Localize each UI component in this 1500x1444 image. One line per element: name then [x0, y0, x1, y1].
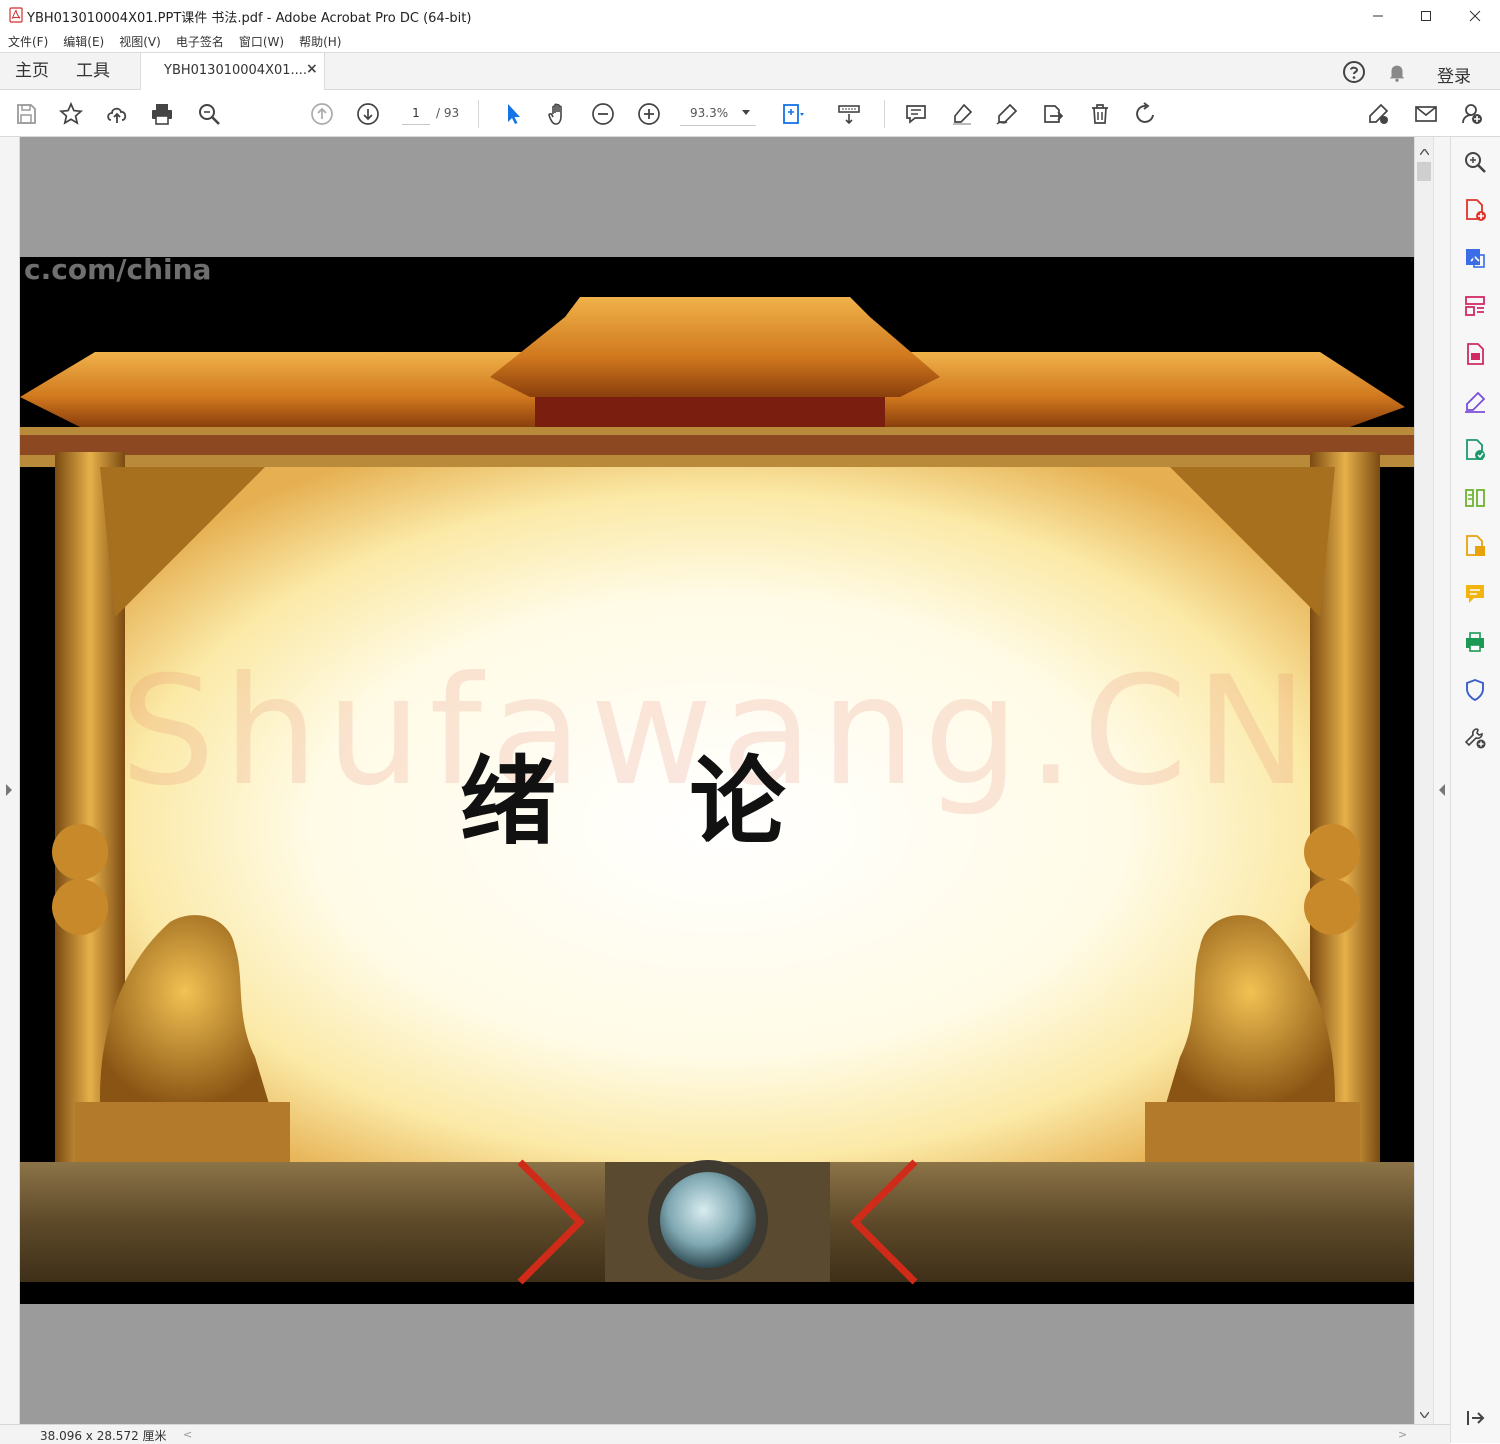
hand-icon[interactable]: [545, 101, 571, 127]
scroll-up-icon[interactable]: [1420, 149, 1429, 155]
tab-home[interactable]: 主页: [15, 53, 49, 89]
toolbar-separator: [884, 100, 885, 128]
login-button[interactable]: 登录: [1437, 62, 1471, 87]
organize-pages-icon[interactable]: [1462, 293, 1488, 319]
protect-icon[interactable]: [1462, 677, 1488, 703]
left-pane-toggle[interactable]: [0, 137, 20, 1424]
slide-heading: 绪 论: [460, 745, 836, 858]
menu-file[interactable]: 文件(F): [0, 33, 55, 50]
fill-sign-icon[interactable]: [1366, 101, 1392, 127]
combine-files-icon[interactable]: [1462, 437, 1488, 463]
vertical-scrollbar[interactable]: [1414, 137, 1434, 1424]
expand-left-icon: [6, 784, 12, 796]
collapse-right-pane-icon: [1439, 784, 1445, 796]
scrollbar-thumb[interactable]: [1417, 162, 1431, 181]
chevron-down-icon: [742, 110, 750, 115]
tab-document[interactable]: YBH013010004X01.... ×: [140, 53, 325, 90]
zoom-out-icon[interactable]: [590, 101, 616, 127]
create-pdf-icon[interactable]: [1462, 197, 1488, 223]
toolbar-separator: [478, 100, 479, 128]
minimize-icon: [1373, 15, 1383, 16]
maximize-icon: [1421, 10, 1431, 21]
scan-icon[interactable]: [1462, 629, 1488, 655]
close-icon: [1469, 10, 1481, 21]
pdf-page: c.com/china Shufawang.CN 绪 论: [20, 257, 1414, 1304]
menu-edit[interactable]: 编辑(E): [55, 33, 111, 50]
document-tab-label: YBH013010004X01....: [164, 63, 308, 78]
tools-pane: [1450, 137, 1500, 1443]
sign-icon[interactable]: [994, 101, 1020, 127]
help-icon[interactable]: [1342, 60, 1366, 84]
comment-icon[interactable]: [903, 101, 929, 127]
acrobat-app-icon: [9, 7, 23, 23]
title-bar: YBH013010004X01.PPT课件 书法.pdf - Adobe Acr…: [0, 0, 1500, 32]
rotate-icon[interactable]: [1133, 101, 1159, 127]
menu-help[interactable]: 帮助(H): [291, 33, 348, 50]
zoom-in-icon[interactable]: [636, 101, 662, 127]
page-total-label: / 93: [436, 106, 460, 120]
edit-pdf-icon[interactable]: [1462, 341, 1488, 367]
upload-icon[interactable]: [104, 101, 130, 127]
source-url-watermark: c.com/china: [24, 257, 212, 286]
scroll-right-icon[interactable]: >: [1398, 1428, 1407, 1441]
zoom-value: 93.3%: [690, 106, 729, 120]
bookmark-star-icon[interactable]: [58, 101, 84, 127]
page-dimensions: 38.096 x 28.572 厘米: [40, 1429, 167, 1443]
menu-window[interactable]: 窗口(W): [231, 33, 291, 50]
fill-sign-icon[interactable]: [1462, 389, 1488, 415]
save-icon[interactable]: [13, 101, 39, 127]
scroll-mode-icon[interactable]: [836, 101, 862, 127]
add-user-icon[interactable]: [1459, 101, 1485, 127]
compare-icon[interactable]: [1462, 485, 1488, 511]
window-title: YBH013010004X01.PPT课件 书法.pdf - Adobe Acr…: [27, 11, 472, 26]
menu-bar: 文件(F) 编辑(E) 视图(V) 电子签名 窗口(W) 帮助(H): [0, 31, 1500, 53]
export-icon[interactable]: [1462, 533, 1488, 559]
email-icon[interactable]: [1413, 101, 1439, 127]
maximize-button[interactable]: [1402, 0, 1450, 31]
more-tools-icon[interactable]: [1462, 725, 1488, 751]
comment-icon[interactable]: [1462, 581, 1488, 607]
export-pdf-icon[interactable]: [1462, 245, 1488, 271]
status-bar: 38.096 x 28.572 厘米 < >: [0, 1424, 1450, 1444]
right-pane-toggle[interactable]: [1433, 137, 1450, 1424]
prev-page-icon[interactable]: [309, 101, 335, 127]
delete-icon[interactable]: [1087, 101, 1113, 127]
search-icon[interactable]: [1462, 149, 1488, 175]
select-arrow-icon[interactable]: [500, 101, 526, 127]
find-icon[interactable]: [196, 101, 222, 127]
zoom-select[interactable]: 93.3%: [680, 101, 756, 126]
highlight-icon[interactable]: [949, 101, 975, 127]
menu-esign[interactable]: 电子签名: [168, 33, 231, 50]
menu-view[interactable]: 视图(V): [111, 33, 168, 50]
close-tab-icon[interactable]: ×: [306, 61, 318, 77]
tab-tools[interactable]: 工具: [76, 53, 110, 89]
next-page-icon[interactable]: [355, 101, 381, 127]
minimize-button[interactable]: [1354, 0, 1402, 31]
close-window-button[interactable]: [1451, 0, 1499, 31]
print-icon[interactable]: [149, 101, 175, 127]
notification-bell-icon[interactable]: [1385, 60, 1409, 84]
share-icon[interactable]: [1040, 101, 1066, 127]
page-number-input[interactable]: 1: [402, 102, 430, 125]
tab-bar: 主页 工具 YBH013010004X01.... × 登录: [0, 53, 1500, 90]
collapse-tools-pane-icon[interactable]: [1462, 1405, 1488, 1431]
scroll-left-icon[interactable]: <: [183, 1428, 192, 1441]
page-fit-icon[interactable]: [780, 101, 806, 127]
scroll-down-icon[interactable]: [1420, 1412, 1429, 1418]
